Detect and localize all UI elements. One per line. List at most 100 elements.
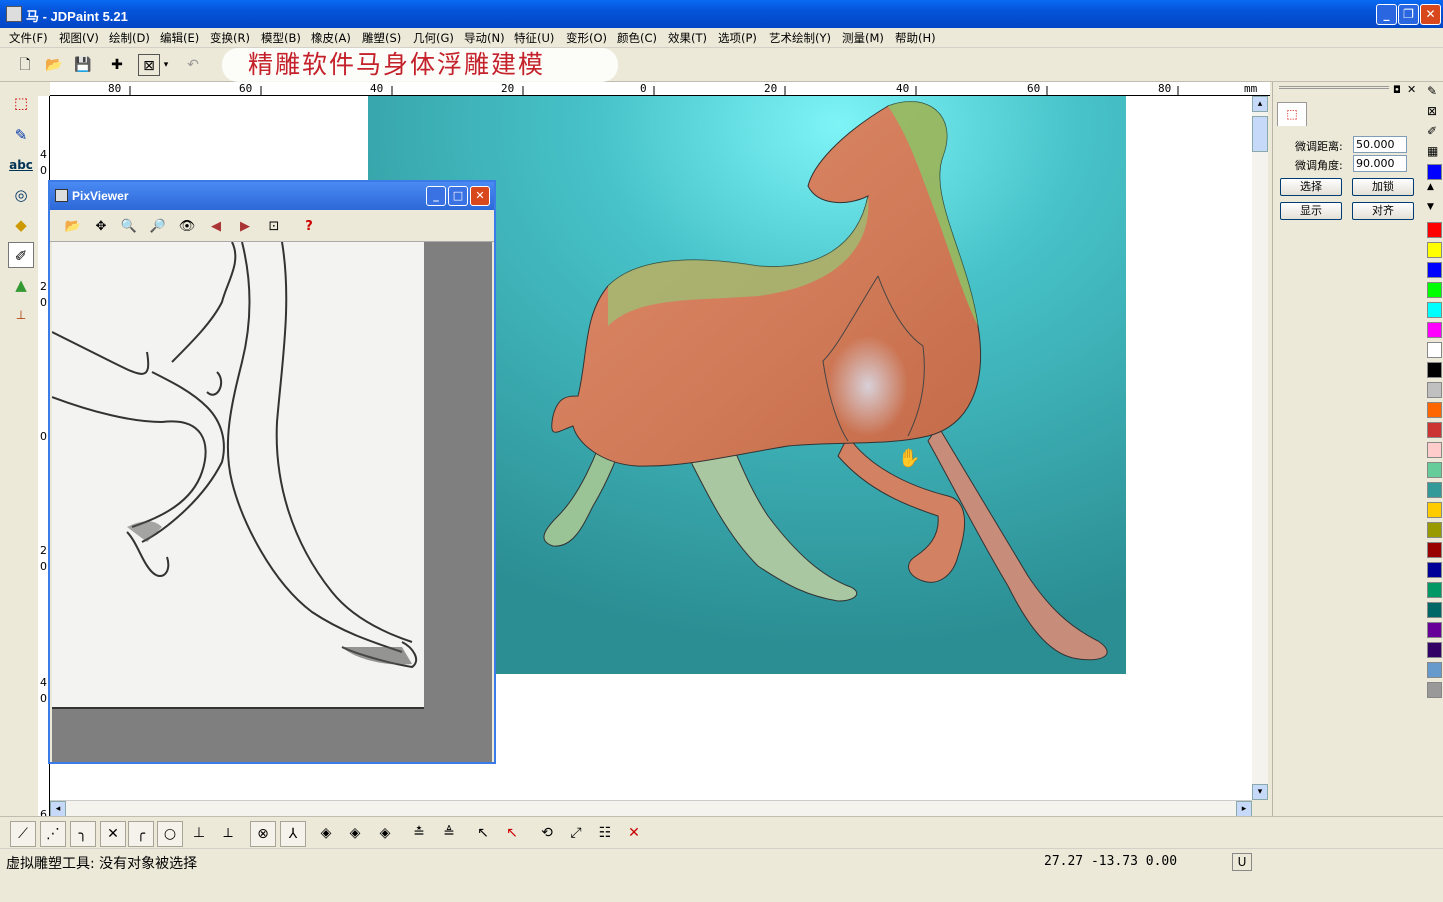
new-file-icon[interactable]: 🗋 bbox=[14, 54, 36, 76]
color-swatch[interactable] bbox=[1427, 542, 1442, 558]
close-button[interactable]: ✕ bbox=[1420, 4, 1441, 25]
menu-file[interactable]: 文件(F) bbox=[9, 30, 48, 46]
snap-point-icon[interactable]: ⊗ bbox=[250, 821, 276, 847]
perpendicular-icon[interactable]: ⊥ bbox=[186, 821, 212, 847]
line-icon[interactable]: ⟋ bbox=[10, 821, 36, 847]
scroll-up-arrow[interactable]: ▴ bbox=[1252, 96, 1268, 112]
scroll-thumb[interactable] bbox=[1252, 116, 1268, 152]
scroll-right-arrow[interactable]: ▸ bbox=[1236, 801, 1252, 817]
view-box-icon[interactable]: ⊠ bbox=[138, 54, 160, 76]
undo-icon[interactable]: ↶ bbox=[182, 54, 204, 76]
open-folder-icon[interactable]: 📂 bbox=[43, 54, 65, 76]
sculpt-tab-icon[interactable]: ⬚ bbox=[1277, 102, 1307, 126]
pv-maximize-button[interactable]: □ bbox=[448, 186, 468, 206]
crosshair-icon[interactable]: ✚ bbox=[106, 54, 128, 76]
node-diamond3-icon[interactable]: ◈ bbox=[372, 821, 398, 847]
scroll-left-arrow[interactable]: ◂ bbox=[50, 801, 66, 817]
sculpt-tool-icon[interactable]: ✐ bbox=[8, 242, 34, 268]
zoom-out-icon[interactable]: 🔎 bbox=[147, 216, 169, 238]
edit-node-icon[interactable]: ⤢ bbox=[563, 821, 589, 847]
trim-icon[interactable]: ✕ bbox=[100, 821, 126, 847]
menu-geometry[interactable]: 几何(G) bbox=[413, 30, 454, 46]
menu-draw[interactable]: 绘制(D) bbox=[109, 30, 150, 46]
corner-icon[interactable]: ╮ bbox=[70, 821, 96, 847]
color-swatch[interactable] bbox=[1427, 242, 1442, 258]
fillet-icon[interactable]: ╭ bbox=[128, 821, 154, 847]
color-swatch[interactable] bbox=[1427, 322, 1442, 338]
menu-view[interactable]: 视图(V) bbox=[59, 30, 99, 46]
scroll-down-arrow[interactable]: ▾ bbox=[1252, 784, 1268, 800]
relief-icon[interactable]: ▲ bbox=[8, 272, 34, 298]
pixviewer-title-bar[interactable]: PixViewer _ □ ✕ bbox=[50, 182, 494, 210]
axis-icon[interactable]: ⅄ bbox=[280, 821, 306, 847]
chevron-down-icon[interactable]: ▾ bbox=[160, 54, 172, 76]
angle-field[interactable]: 90.000 bbox=[1353, 155, 1407, 172]
color-swatch[interactable] bbox=[1427, 462, 1442, 478]
menu-art-draw[interactable]: 艺术绘制(Y) bbox=[769, 30, 831, 46]
select-button[interactable]: 选择 bbox=[1280, 178, 1342, 196]
pointer-remove-icon[interactable]: ↖ bbox=[499, 821, 525, 847]
panel-restore-icon[interactable]: ◘ bbox=[1393, 85, 1401, 96]
color-swatch[interactable] bbox=[1427, 222, 1442, 238]
zoom-fit-icon[interactable]: ⊡ bbox=[263, 216, 285, 238]
next-icon[interactable]: ▶ bbox=[234, 216, 256, 238]
color-swatch[interactable] bbox=[1427, 482, 1442, 498]
menu-guide[interactable]: 导动(N) bbox=[464, 30, 505, 46]
menu-help[interactable]: 帮助(H) bbox=[895, 30, 936, 46]
color-swatch[interactable] bbox=[1427, 422, 1442, 438]
color-swatch[interactable] bbox=[1427, 642, 1442, 658]
color-swatch[interactable] bbox=[1427, 262, 1442, 278]
layer-icon[interactable]: ≛ bbox=[406, 821, 432, 847]
polyline-icon[interactable]: ⋰ bbox=[40, 821, 66, 847]
pan-arrows-icon[interactable]: ✥ bbox=[90, 216, 112, 238]
color-swatch[interactable] bbox=[1427, 302, 1442, 318]
save-icon[interactable]: 💾 bbox=[72, 54, 94, 76]
menu-feature[interactable]: 特征(U) bbox=[514, 30, 554, 46]
select-box-icon[interactable]: ⬚ bbox=[8, 90, 34, 116]
menu-sculpt[interactable]: 雕塑(S) bbox=[362, 30, 401, 46]
color-swatch[interactable] bbox=[1427, 382, 1442, 398]
pattern-icon[interactable]: ▦ bbox=[1427, 144, 1438, 158]
menu-deform[interactable]: 变形(O) bbox=[566, 30, 607, 46]
pixviewer-image-area[interactable] bbox=[52, 242, 492, 762]
open-folder-icon[interactable]: 📂 bbox=[62, 216, 84, 238]
brush-icon[interactable]: ✐ bbox=[1427, 124, 1437, 138]
pointer-add-icon[interactable]: ↖ bbox=[470, 821, 496, 847]
color-swatch[interactable] bbox=[1427, 662, 1442, 678]
delete-icon[interactable]: ✕ bbox=[621, 821, 647, 847]
color-swatch[interactable] bbox=[1427, 402, 1442, 418]
layer-edit-icon[interactable]: ≜ bbox=[436, 821, 462, 847]
fill-diamond-icon[interactable]: ◆ bbox=[8, 212, 34, 238]
menu-color[interactable]: 颜色(C) bbox=[617, 30, 657, 46]
no-color-icon[interactable]: ⊠ bbox=[1427, 104, 1437, 118]
unit-toggle[interactable]: U bbox=[1232, 853, 1252, 871]
color-swatch[interactable] bbox=[1427, 282, 1442, 298]
color-swatch[interactable] bbox=[1427, 442, 1442, 458]
text-abc-icon[interactable]: abc bbox=[8, 152, 34, 178]
align-button[interactable]: 对齐 bbox=[1352, 202, 1414, 220]
shape-icon[interactable]: ◎ bbox=[8, 182, 34, 208]
color-swatch[interactable] bbox=[1427, 522, 1442, 538]
zoom-in-icon[interactable]: 🔍 bbox=[118, 216, 140, 238]
horizontal-scrollbar[interactable]: ◂ ▸ bbox=[50, 800, 1252, 817]
color-swatch[interactable] bbox=[1427, 582, 1442, 598]
color-swatch[interactable] bbox=[1427, 562, 1442, 578]
panel-close-icon[interactable]: ✕ bbox=[1407, 83, 1416, 96]
lock-button[interactable]: 加锁 bbox=[1352, 178, 1414, 196]
palette-up-arrow[interactable]: ▲ bbox=[1427, 182, 1434, 192]
menu-eraser[interactable]: 橡皮(A) bbox=[311, 30, 351, 46]
tangent-icon[interactable]: ⟂ bbox=[215, 821, 241, 847]
previous-icon[interactable]: ◀ bbox=[205, 216, 227, 238]
node-diamond-icon[interactable]: ◈ bbox=[313, 821, 339, 847]
palette-down-arrow[interactable]: ▼ bbox=[1427, 202, 1434, 212]
transform-icon[interactable]: ⟲ bbox=[534, 821, 560, 847]
pen-node-icon[interactable]: ✎ bbox=[8, 122, 34, 148]
menu-effect[interactable]: 效果(T) bbox=[668, 30, 707, 46]
menu-measure[interactable]: 测量(M) bbox=[842, 30, 884, 46]
menu-options[interactable]: 选项(P) bbox=[718, 30, 757, 46]
color-swatch[interactable] bbox=[1427, 362, 1442, 378]
menu-model[interactable]: 模型(B) bbox=[261, 30, 301, 46]
color-swatch[interactable] bbox=[1427, 682, 1442, 698]
menu-edit[interactable]: 编辑(E) bbox=[160, 30, 199, 46]
node-diamond2-icon[interactable]: ◈ bbox=[342, 821, 368, 847]
